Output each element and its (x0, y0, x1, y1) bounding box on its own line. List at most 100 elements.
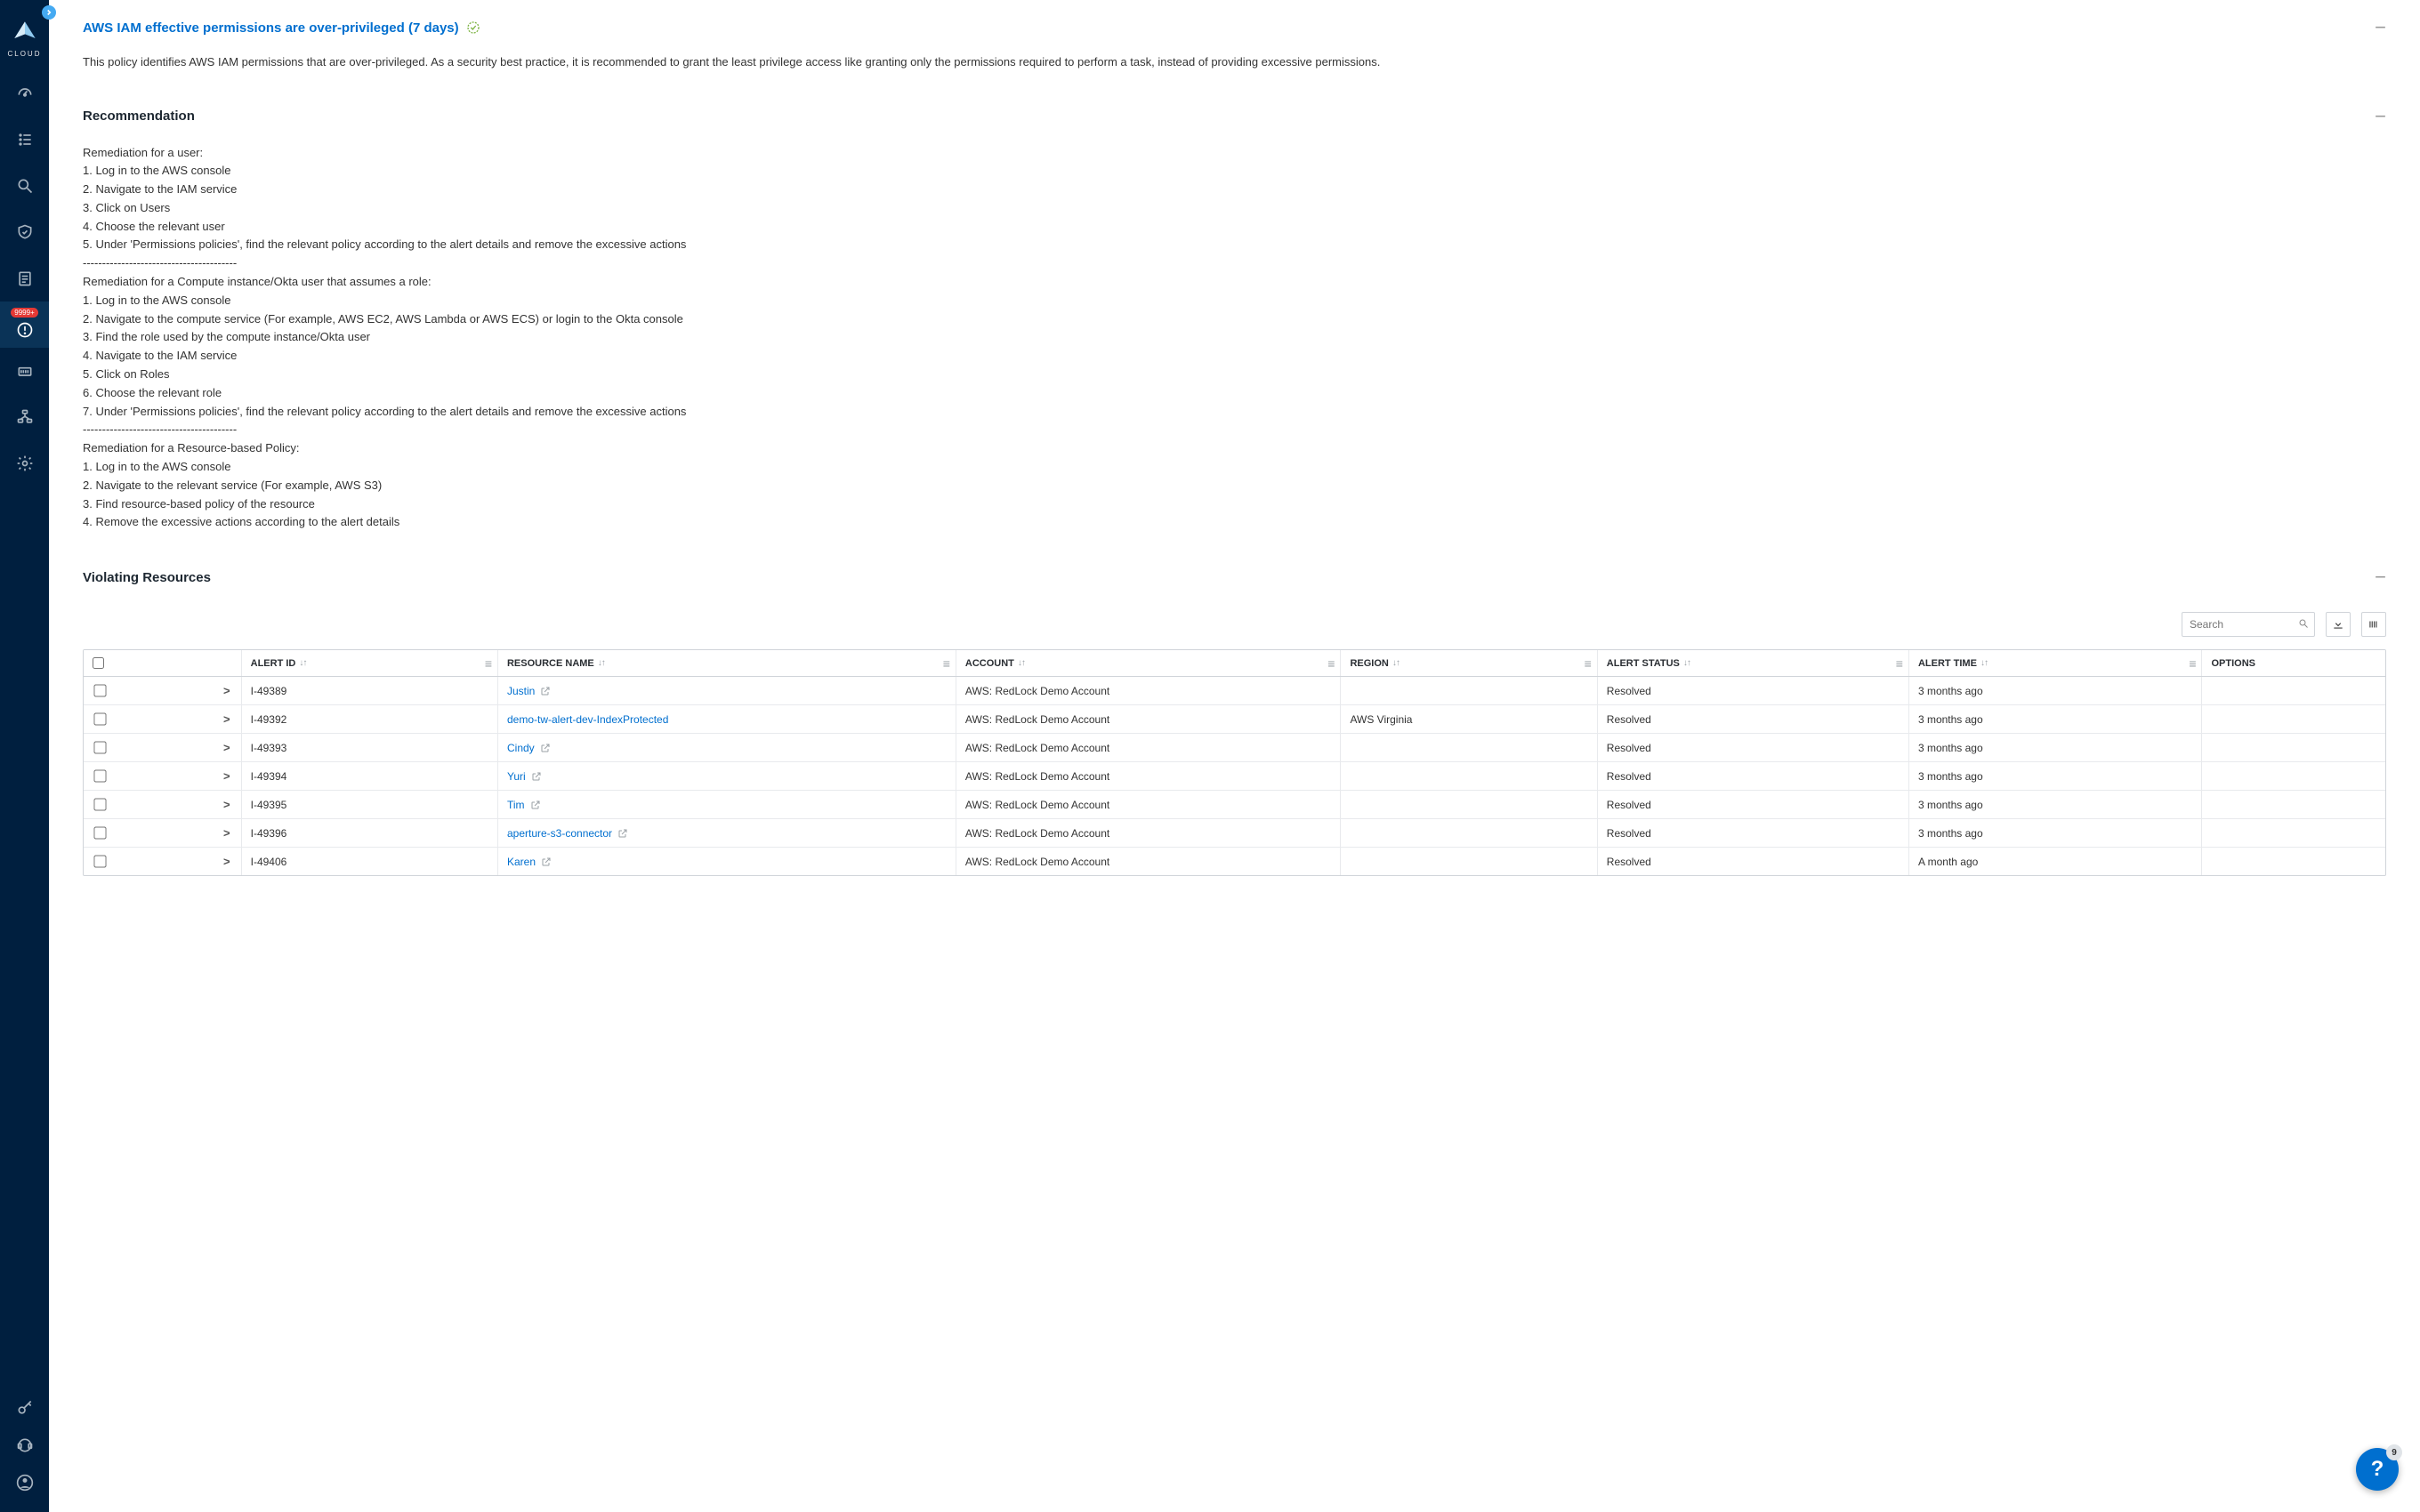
external-link-icon[interactable] (541, 857, 552, 867)
resource-link[interactable]: Tim (507, 799, 525, 811)
resource-link[interactable]: aperture-s3-connector (507, 827, 612, 840)
sort-icon: ↓↑ (1392, 658, 1400, 668)
expand-row-icon[interactable]: > (223, 769, 230, 783)
violating-heading: Violating Resources (83, 570, 211, 585)
expand-row-icon[interactable]: > (223, 712, 230, 726)
col-menu-icon[interactable]: ≡ (2189, 656, 2196, 671)
col-menu-icon[interactable]: ≡ (1585, 656, 1592, 671)
nav-alerts[interactable]: 9999+ (0, 302, 49, 348)
sort-icon: ↓↑ (1980, 658, 1988, 668)
cell-time: 3 months ago (1908, 705, 2202, 734)
col-menu-icon[interactable]: ≡ (1896, 656, 1903, 671)
sidebar: CLOUD 9999+ (0, 0, 49, 1512)
resource-link[interactable]: Justin (507, 685, 535, 697)
expand-row-icon[interactable]: > (223, 684, 230, 697)
cell-status: Resolved (1597, 791, 1908, 819)
policy-title-text: AWS IAM effective permissions are over-p… (83, 20, 459, 36)
recommendation-heading: Recommendation (83, 109, 195, 124)
download-button[interactable] (2326, 612, 2351, 637)
external-link-icon[interactable] (540, 743, 551, 753)
nav-investigate[interactable] (0, 163, 49, 209)
policy-title[interactable]: AWS IAM effective permissions are over-p… (83, 20, 480, 36)
row-checkbox[interactable] (93, 685, 106, 697)
cell-alert-id: I-49406 (241, 848, 497, 876)
cell-status: Resolved (1597, 677, 1908, 705)
row-checkbox[interactable] (93, 713, 106, 726)
nav-network[interactable] (0, 394, 49, 440)
table-row: >I-49406KarenAWS: RedLock Demo AccountRe… (84, 848, 2385, 876)
resource-link[interactable]: Karen (507, 856, 536, 868)
cell-options (2202, 705, 2385, 734)
sort-icon: ↓↑ (598, 658, 605, 668)
col-alert-id[interactable]: ALERT ID↓↑ ≡ (241, 650, 497, 677)
col-options: OPTIONS (2202, 650, 2385, 677)
col-alert-id-label: ALERT ID (251, 658, 296, 669)
brand-name: CLOUD (7, 50, 41, 58)
cell-time: 3 months ago (1908, 677, 2202, 705)
collapse-violating-icon[interactable]: − (2375, 567, 2386, 587)
sidebar-expand-button[interactable] (42, 5, 56, 20)
expand-row-icon[interactable]: > (223, 826, 230, 840)
resource-link[interactable]: demo-tw-alert-dev-IndexProtected (507, 713, 668, 726)
nav-inventory[interactable] (0, 117, 49, 163)
col-menu-icon[interactable]: ≡ (1327, 656, 1335, 671)
expand-row-icon[interactable]: > (223, 798, 230, 811)
col-alert-status-label: ALERT STATUS (1607, 658, 1680, 669)
col-resource-name[interactable]: RESOURCE NAME↓↑ ≡ (497, 650, 956, 677)
row-checkbox[interactable] (93, 799, 106, 811)
col-alert-status[interactable]: ALERT STATUS↓↑ ≡ (1597, 650, 1908, 677)
table-row: >I-49395TimAWS: RedLock Demo AccountReso… (84, 791, 2385, 819)
table-row: >I-49392demo-tw-alert-dev-IndexProtected… (84, 705, 2385, 734)
cell-status: Resolved (1597, 819, 1908, 848)
cell-region (1341, 819, 1597, 848)
help-button[interactable]: ? 9 (2356, 1448, 2399, 1491)
expand-row-icon[interactable]: > (223, 741, 230, 754)
row-checkbox[interactable] (93, 742, 106, 754)
col-menu-icon[interactable]: ≡ (485, 656, 492, 671)
resource-link[interactable]: Yuri (507, 770, 526, 783)
cell-account: AWS: RedLock Demo Account (956, 791, 1341, 819)
cell-options (2202, 791, 2385, 819)
col-region[interactable]: REGION↓↑ ≡ (1341, 650, 1597, 677)
cell-time: 3 months ago (1908, 762, 2202, 791)
cell-status: Resolved (1597, 734, 1908, 762)
nav-compute[interactable] (0, 348, 49, 394)
row-control-cell: > (84, 762, 241, 791)
cell-resource-name: demo-tw-alert-dev-IndexProtected (497, 705, 956, 734)
row-checkbox[interactable] (93, 827, 106, 840)
select-all-checkbox[interactable] (93, 657, 104, 669)
col-alert-time[interactable]: ALERT TIME↓↑ ≡ (1908, 650, 2202, 677)
cell-region (1341, 677, 1597, 705)
violating-table: ALERT ID↓↑ ≡ RESOURCE NAME↓↑ ≡ ACCOUNT↓↑… (83, 649, 2386, 876)
nav-profile[interactable] (0, 1464, 49, 1501)
external-link-icon[interactable] (617, 828, 628, 839)
nav-compliance[interactable] (0, 255, 49, 302)
nav-settings[interactable] (0, 440, 49, 487)
recommendation-body: Remediation for a user: 1. Log in to the… (83, 144, 2386, 533)
row-checkbox[interactable] (93, 856, 106, 868)
cell-time: 3 months ago (1908, 734, 2202, 762)
col-account[interactable]: ACCOUNT↓↑ ≡ (956, 650, 1341, 677)
cell-time: 3 months ago (1908, 819, 2202, 848)
cell-account: AWS: RedLock Demo Account (956, 819, 1341, 848)
table-row: >I-49396aperture-s3-connectorAWS: RedLoc… (84, 819, 2385, 848)
expand-row-icon[interactable]: > (223, 855, 230, 868)
cell-resource-name: Yuri (497, 762, 956, 791)
resource-link[interactable]: Cindy (507, 742, 535, 754)
search-input[interactable] (2190, 618, 2291, 631)
external-link-icon[interactable] (540, 686, 551, 696)
nav-support[interactable] (0, 1427, 49, 1464)
row-checkbox[interactable] (93, 770, 106, 783)
nav-dashboard[interactable] (0, 70, 49, 117)
columns-button[interactable] (2361, 612, 2386, 637)
col-options-label: OPTIONS (2211, 658, 2255, 669)
collapse-recommendation-icon[interactable]: − (2375, 107, 2386, 126)
table-row: >I-49394YuriAWS: RedLock Demo AccountRes… (84, 762, 2385, 791)
nav-key[interactable] (0, 1389, 49, 1427)
col-menu-icon[interactable]: ≡ (943, 656, 950, 671)
nav-policies[interactable] (0, 209, 49, 255)
cell-account: AWS: RedLock Demo Account (956, 677, 1341, 705)
external-link-icon[interactable] (530, 800, 541, 810)
external-link-icon[interactable] (531, 771, 542, 782)
collapse-policy-icon[interactable]: − (2375, 18, 2386, 37)
